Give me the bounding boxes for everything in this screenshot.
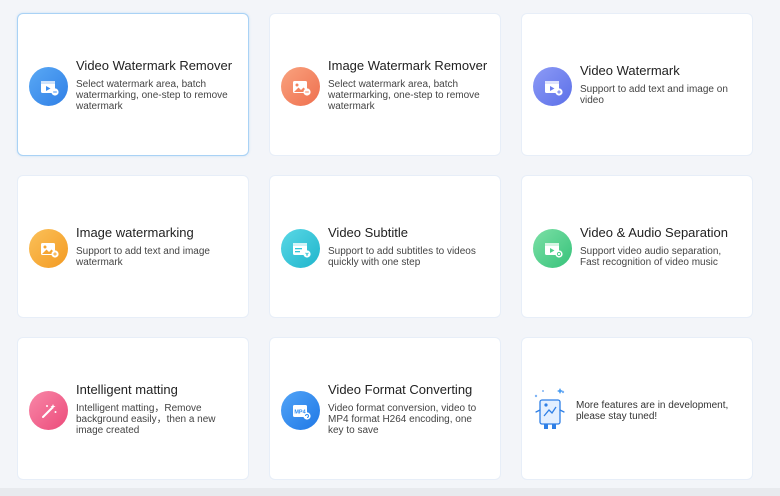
card-title: Image Watermark Remover [328, 57, 488, 73]
card-title: Video Watermark Remover [76, 57, 233, 73]
card-description: Select watermark area, batch watermarkin… [76, 78, 228, 112]
card-description: Support to add subtitles to videos quick… [328, 246, 476, 268]
card-description: Video format conversion, video to MP4 fo… [328, 402, 477, 436]
card-title: Image watermarking [76, 225, 194, 240]
card-more-features: More features are in development, please… [521, 337, 753, 480]
card-video-audio-separation[interactable]: Video & Audio Separation Support video a… [521, 175, 753, 318]
card-video-watermark-remover[interactable]: Video Watermark Remover Select watermark… [17, 13, 249, 156]
image-watermarking-icon [29, 229, 68, 268]
card-video-format-converting[interactable]: MP4 Video Format Converting Video format… [269, 337, 501, 480]
development-illustration-icon [530, 386, 570, 432]
video-watermark-icon [533, 67, 572, 106]
image-watermark-remover-icon [281, 67, 320, 106]
card-video-subtitle[interactable]: Video Subtitle Support to add subtitles … [269, 175, 501, 318]
video-subtitle-icon [281, 229, 320, 268]
card-title: Video Subtitle [328, 225, 408, 240]
card-title: Video Watermark [580, 63, 680, 78]
card-description: Select watermark area, batch watermarkin… [328, 78, 480, 112]
card-title: Intelligent matting [76, 381, 178, 397]
video-watermark-remover-icon [29, 67, 68, 106]
development-message: More features are in development, please… [576, 399, 729, 422]
card-intelligent-matting[interactable]: Intelligent matting Intelligent matting，… [17, 337, 249, 480]
mp4-convert-icon: MP4 [281, 391, 320, 430]
magic-wand-icon [29, 391, 68, 430]
card-title: Video Format Converting [328, 381, 473, 397]
card-image-watermarking[interactable]: Image watermarking Support to add text a… [17, 175, 249, 318]
bottom-scroll-area [0, 488, 780, 496]
card-image-watermark-remover[interactable]: Image Watermark Remover Select watermark… [269, 13, 501, 156]
card-description: Support to add text and image on video [580, 84, 728, 106]
card-title: Video & Audio Separation [580, 225, 728, 240]
card-description: Support to add text and image watermark [76, 246, 210, 268]
feature-grid: Video Watermark Remover Select watermark… [17, 13, 753, 480]
card-video-watermark[interactable]: Video Watermark Support to add text and … [521, 13, 753, 156]
card-description: Intelligent matting，Remove background ea… [76, 402, 216, 436]
card-description: Support video audio separation, Fast rec… [580, 246, 722, 268]
video-audio-separation-icon [533, 229, 572, 268]
